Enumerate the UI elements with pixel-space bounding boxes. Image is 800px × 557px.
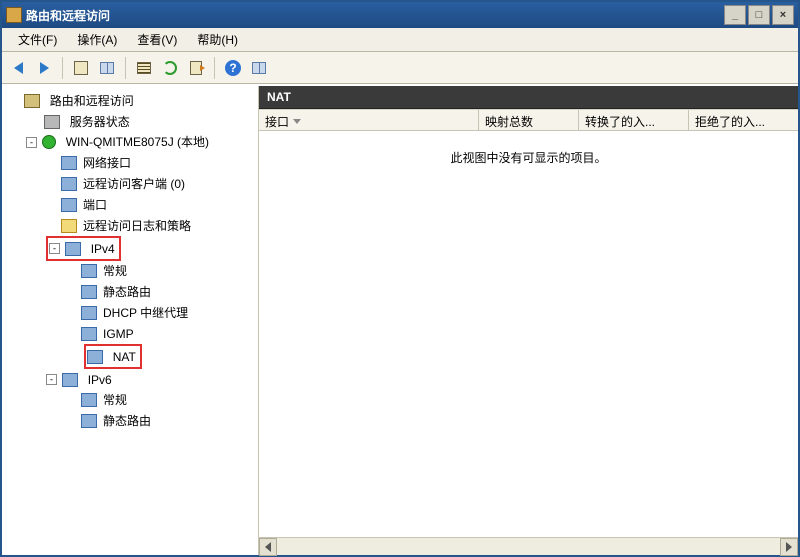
expander-ipv4[interactable]: - <box>49 243 60 254</box>
up-folder-icon <box>74 61 88 75</box>
list-body: 此视图中没有可显示的项目。 <box>259 131 798 537</box>
refresh-button[interactable] <box>158 56 182 80</box>
window-title: 路由和远程访问 <box>26 7 722 24</box>
tree-ipv4-dhcp-relay[interactable]: DHCP 中继代理 <box>100 305 191 321</box>
back-arrow-icon <box>14 62 23 74</box>
chevron-left-icon <box>265 542 271 552</box>
server-status-icon <box>44 115 60 129</box>
col-interface[interactable]: 接口 <box>259 110 479 130</box>
nav-tree: 路由和远程访问 服务器状态 - WIN-QMITME8075J (本地) <box>4 90 256 431</box>
menu-help[interactable]: 帮助(H) <box>187 29 248 50</box>
help-button[interactable]: ? <box>221 56 245 80</box>
help-icon: ? <box>225 60 241 76</box>
tree-ipv4-igmp[interactable]: IGMP <box>100 326 137 342</box>
columns-button[interactable] <box>247 56 271 80</box>
col-total-mappings[interactable]: 映射总数 <box>479 110 579 130</box>
ipv4-dhcp-icon <box>81 306 97 320</box>
showhide-tree-button[interactable] <box>95 56 119 80</box>
ras-clients-icon <box>61 177 77 191</box>
sort-indicator-icon <box>293 119 301 124</box>
toolbar-separator <box>125 57 126 79</box>
net-iface-icon <box>61 156 77 170</box>
properties-icon <box>137 62 151 74</box>
export-list-icon <box>190 61 202 75</box>
highlight-ipv4: - IPv4 <box>46 236 121 261</box>
minimize-button[interactable]: _ <box>724 5 746 25</box>
back-button[interactable] <box>6 56 30 80</box>
title-bar: 路由和远程访问 _ □ × <box>2 2 798 28</box>
highlight-nat: NAT <box>84 344 141 369</box>
client-area: 路由和远程访问 服务器状态 - WIN-QMITME8075J (本地) <box>2 84 798 555</box>
ipv4-igmp-icon <box>81 327 97 341</box>
tree-ipv4-nat[interactable]: NAT <box>110 349 139 365</box>
app-window: 路由和远程访问 _ □ × 文件(F) 操作(A) 查看(V) 帮助(H) ? <box>0 0 800 557</box>
forward-button[interactable] <box>32 56 56 80</box>
tree-ipv4[interactable]: IPv4 <box>88 241 118 257</box>
server-icon <box>42 135 56 149</box>
menu-bar: 文件(F) 操作(A) 查看(V) 帮助(H) <box>2 28 798 52</box>
export-button[interactable] <box>184 56 208 80</box>
tree-ipv6-static-routes[interactable]: 静态路由 <box>100 413 154 429</box>
tree-network-interfaces[interactable]: 网络接口 <box>80 155 134 171</box>
rras-root-icon <box>24 94 40 108</box>
ipv6-icon <box>62 373 78 387</box>
ipv6-static-icon <box>81 414 97 428</box>
tree-ipv4-static-routes[interactable]: 静态路由 <box>100 284 154 300</box>
tree-panel[interactable]: 路由和远程访问 服务器状态 - WIN-QMITME8075J (本地) <box>2 86 259 555</box>
column-headers: 接口 映射总数 转换了的入... 拒绝了的入... <box>259 109 798 131</box>
tree-remote-access-clients[interactable]: 远程访问客户端 (0) <box>80 176 188 192</box>
tree-server-status[interactable]: 服务器状态 <box>67 114 133 130</box>
scroll-right-button[interactable] <box>780 538 798 556</box>
tree-ipv6[interactable]: IPv6 <box>85 372 115 388</box>
col-inbound-rejected[interactable]: 拒绝了的入... <box>689 110 798 130</box>
empty-message: 此视图中没有可显示的项目。 <box>259 131 798 166</box>
col-inbound-translated[interactable]: 转换了的入... <box>579 110 689 130</box>
scroll-left-button[interactable] <box>259 538 277 556</box>
maximize-button[interactable]: □ <box>748 5 770 25</box>
menu-action[interactable]: 操作(A) <box>67 29 127 50</box>
tree-ipv4-general[interactable]: 常规 <box>100 263 130 279</box>
forward-arrow-icon <box>40 62 49 74</box>
col-interface-label: 接口 <box>265 113 289 130</box>
detail-header: NAT <box>259 86 798 109</box>
expander-server[interactable]: - <box>26 137 37 148</box>
toolbar-separator <box>214 57 215 79</box>
chevron-right-icon <box>786 542 792 552</box>
tree-root[interactable]: 路由和远程访问 <box>47 93 137 109</box>
tree-ipv6-general[interactable]: 常规 <box>100 392 130 408</box>
toolbar-separator <box>62 57 63 79</box>
close-button[interactable]: × <box>772 5 794 25</box>
ipv4-static-icon <box>81 285 97 299</box>
refresh-icon <box>163 61 177 75</box>
menu-file[interactable]: 文件(F) <box>8 29 67 50</box>
toolbar: ? <box>2 52 798 84</box>
showhide-tree-icon <box>100 62 114 74</box>
logging-folder-icon <box>61 219 77 233</box>
scroll-track[interactable] <box>277 538 780 555</box>
ipv4-general-icon <box>81 264 97 278</box>
horizontal-scrollbar[interactable] <box>259 537 798 555</box>
up-button[interactable] <box>69 56 93 80</box>
ports-icon <box>61 198 77 212</box>
detail-pane: NAT 接口 映射总数 转换了的入... 拒绝了的入... 此视图中没有可显示的… <box>259 86 798 555</box>
properties-button[interactable] <box>132 56 156 80</box>
tree-remote-access-logging[interactable]: 远程访问日志和策略 <box>80 218 194 234</box>
tree-server-name[interactable]: WIN-QMITME8075J (本地) <box>63 134 212 150</box>
tree-ports[interactable]: 端口 <box>80 197 110 213</box>
app-icon <box>6 7 22 23</box>
menu-view[interactable]: 查看(V) <box>127 29 187 50</box>
columns-icon <box>252 62 266 74</box>
expander-ipv6[interactable]: - <box>46 374 57 385</box>
ipv4-icon <box>65 242 81 256</box>
ipv6-general-icon <box>81 393 97 407</box>
ipv4-nat-icon <box>87 350 103 364</box>
